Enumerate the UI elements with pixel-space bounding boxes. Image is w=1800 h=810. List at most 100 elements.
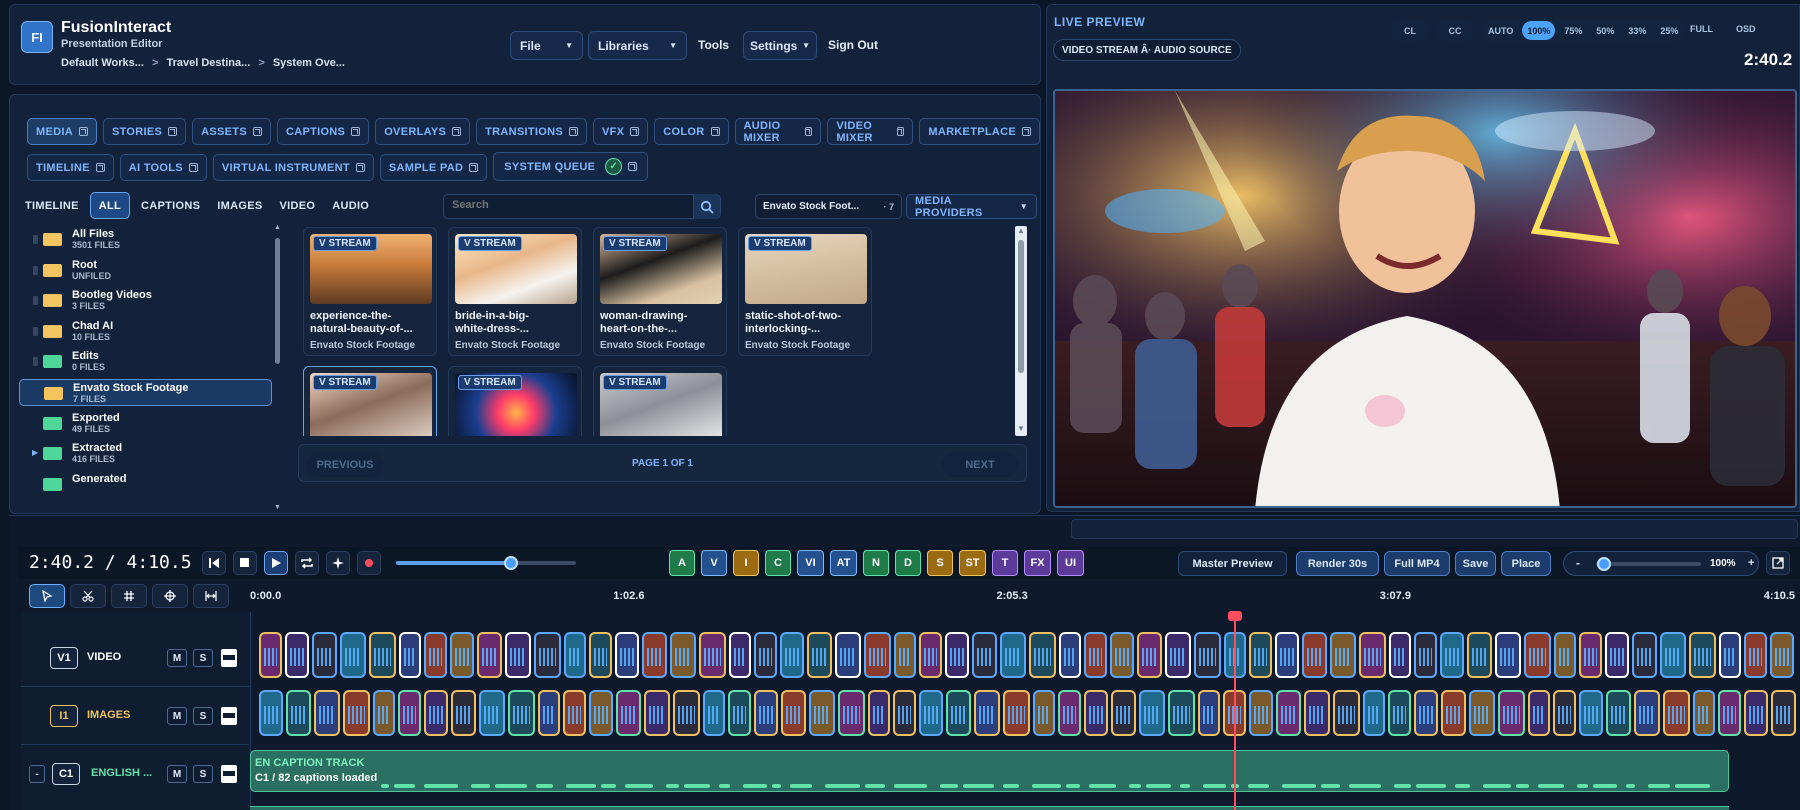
video-lane[interactable] — [259, 629, 1794, 681]
filter-images[interactable]: IMAGES — [211, 192, 268, 219]
popout-icon[interactable] — [1022, 127, 1031, 136]
timeline-clip[interactable] — [1000, 632, 1026, 678]
caption-marker[interactable] — [471, 784, 490, 788]
timeline-clip[interactable] — [1333, 690, 1360, 736]
track-toggle-ui[interactable]: UI — [1057, 550, 1084, 576]
timeline-clip[interactable] — [615, 632, 639, 678]
popout-icon[interactable] — [805, 127, 813, 136]
timeline-clip[interactable] — [945, 632, 969, 678]
select-tool[interactable] — [29, 584, 65, 608]
caption-marker[interactable] — [1577, 784, 1588, 788]
timeline-clip[interactable] — [259, 690, 283, 736]
timeline-clip[interactable] — [285, 632, 309, 678]
solo-button[interactable]: S — [193, 649, 213, 667]
track-lock-icon[interactable] — [221, 649, 237, 667]
timeline-clip[interactable] — [1110, 632, 1134, 678]
timeline-clip[interactable] — [1660, 632, 1686, 678]
media-providers-button[interactable]: MEDIA PROVIDERS ▼ — [906, 194, 1037, 219]
track-toggle-st[interactable]: ST — [959, 550, 986, 576]
timeline-clip[interactable] — [477, 632, 502, 678]
caption-marker[interactable] — [394, 784, 415, 788]
caption-marker[interactable] — [625, 784, 653, 788]
tab-system-queue[interactable]: SYSTEM QUEUE ✓ — [493, 152, 649, 181]
timeline-clip[interactable] — [1718, 690, 1741, 736]
caption-marker[interactable] — [894, 784, 927, 788]
record-button[interactable] — [357, 551, 381, 575]
folder-item[interactable]: ▶ Extracted 416 FILES — [19, 440, 272, 467]
caption-marker[interactable] — [1003, 784, 1019, 788]
popout-icon[interactable] — [351, 127, 361, 136]
caption-marker[interactable] — [684, 784, 710, 788]
popout-icon[interactable] — [355, 163, 365, 172]
timeline-clip[interactable] — [1275, 632, 1299, 678]
cl-toggle[interactable]: CL — [1391, 19, 1429, 42]
timeline-clip[interactable] — [642, 632, 667, 678]
folder-item[interactable]: Edits 0 FILES — [19, 348, 272, 375]
file-menu[interactable]: File ▼ — [510, 31, 583, 60]
popout-icon[interactable] — [452, 127, 462, 136]
timeline-clip[interactable] — [1719, 632, 1741, 678]
timeline-clip[interactable] — [673, 690, 700, 736]
caption-marker[interactable] — [772, 784, 781, 788]
popout-icon[interactable] — [252, 127, 262, 136]
breadcrumb-item[interactable]: Default Works... — [61, 57, 144, 69]
timeline-clip[interactable] — [1058, 690, 1081, 736]
source-select[interactable]: Envato Stock Foot... · 7 — [755, 194, 902, 219]
timeline-clip[interactable] — [589, 690, 613, 736]
track-toggle-a[interactable]: A — [669, 550, 695, 576]
timeline-clip[interactable] — [754, 632, 777, 678]
caption-marker[interactable] — [865, 784, 885, 788]
loop-button[interactable] — [295, 551, 319, 575]
caption-marker[interactable] — [1455, 784, 1470, 788]
caption-marker[interactable] — [1129, 784, 1141, 788]
tab-audio-mixer[interactable]: AUDIO MIXER — [734, 118, 822, 145]
timeline-clip[interactable] — [369, 632, 396, 678]
target-tool[interactable] — [152, 584, 188, 608]
popout-icon[interactable] — [630, 127, 640, 136]
timeline-clip[interactable] — [670, 632, 696, 678]
timeline-clip[interactable] — [864, 632, 891, 678]
track-toggle-fx[interactable]: FX — [1024, 550, 1051, 576]
popout-icon[interactable] — [168, 127, 178, 136]
timeline-clip[interactable] — [1467, 632, 1492, 678]
tab-assets[interactable]: ASSETS — [192, 118, 271, 145]
timeline-clip[interactable] — [259, 632, 282, 678]
track-toggle-v[interactable]: V — [701, 550, 727, 576]
timeline-clip[interactable] — [399, 632, 421, 678]
timeline-clip[interactable] — [1165, 632, 1191, 678]
grid-tool[interactable] — [111, 584, 147, 608]
popout-icon[interactable] — [710, 127, 720, 136]
tab-video-mixer[interactable]: VIDEO MIXER — [827, 118, 914, 145]
track-toggle-vi[interactable]: VI — [797, 550, 824, 576]
track-lock-icon[interactable] — [221, 707, 237, 725]
timeline-clip[interactable] — [1689, 632, 1716, 678]
folder-item[interactable]: Bootleg Videos 3 FILES — [19, 287, 272, 314]
save-button[interactable]: Save — [1455, 551, 1496, 576]
timeline-clip[interactable] — [508, 690, 535, 736]
caption-marker[interactable] — [666, 784, 679, 788]
timeline-clip[interactable] — [1744, 632, 1767, 678]
ripple-tool[interactable] — [193, 584, 229, 608]
search-icon[interactable] — [693, 194, 720, 219]
folder-item[interactable]: Chad AI 10 FILES — [19, 318, 272, 345]
timeline-clip[interactable] — [644, 690, 670, 736]
caption-marker[interactable] — [1538, 784, 1564, 788]
timeline-clip[interactable] — [1693, 690, 1715, 736]
timeline-clip[interactable] — [564, 632, 586, 678]
caption-marker[interactable] — [1516, 784, 1529, 788]
timeline-clip[interactable] — [1498, 690, 1525, 736]
filter-video[interactable]: VIDEO — [273, 192, 321, 219]
place-button[interactable]: Place — [1501, 551, 1551, 576]
scrub-slider[interactable] — [396, 556, 576, 570]
expand-timeline-button[interactable] — [1766, 551, 1790, 575]
popout-icon[interactable] — [188, 163, 198, 172]
cc-toggle[interactable]: CC — [1436, 19, 1474, 42]
tab-color[interactable]: COLOR — [654, 118, 729, 145]
caption-marker[interactable] — [940, 784, 958, 788]
caption-marker[interactable] — [1321, 784, 1340, 788]
timeline-clip[interactable] — [1554, 632, 1576, 678]
timeline-clip[interactable] — [1414, 690, 1438, 736]
timeline-clip[interactable] — [1302, 632, 1327, 678]
caption-marker[interactable] — [601, 784, 616, 788]
solo-button[interactable]: S — [193, 765, 213, 783]
